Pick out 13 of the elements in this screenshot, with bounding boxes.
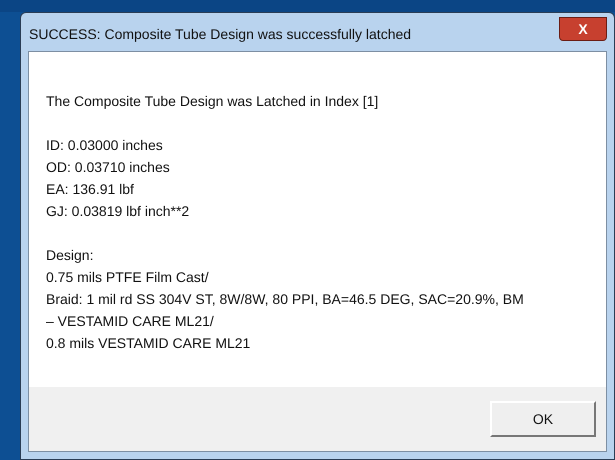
design-line: 0.8 mils VESTAMID CARE ML21 <box>46 334 250 353</box>
property-line: GJ: 0.03819 lbf inch**2 <box>46 202 190 221</box>
property-line: OD: 0.03710 inches <box>46 158 170 177</box>
design-label: Design: <box>46 246 94 265</box>
message-heading: The Composite Tube Design was Latched in Index [1] <box>46 92 378 111</box>
property-line: EA: 136.91 lbf <box>46 180 134 199</box>
close-button[interactable]: X <box>559 17 607 41</box>
window-title: SUCCESS: Composite Tube Design was successfully latched <box>28 24 412 44</box>
design-line: 0.75 mils PTFE Film Cast/ <box>46 268 209 287</box>
ok-button[interactable]: OK <box>490 401 596 437</box>
design-line: Braid: 1 mil rd SS 304V ST, 8W/8W, 80 PPI, BA=46.5 DEG, SAC=20.9%, BM <box>46 290 524 309</box>
property-line: ID: 0.03000 inches <box>46 136 163 155</box>
design-line: – VESTAMID CARE ML21/ <box>46 312 214 331</box>
